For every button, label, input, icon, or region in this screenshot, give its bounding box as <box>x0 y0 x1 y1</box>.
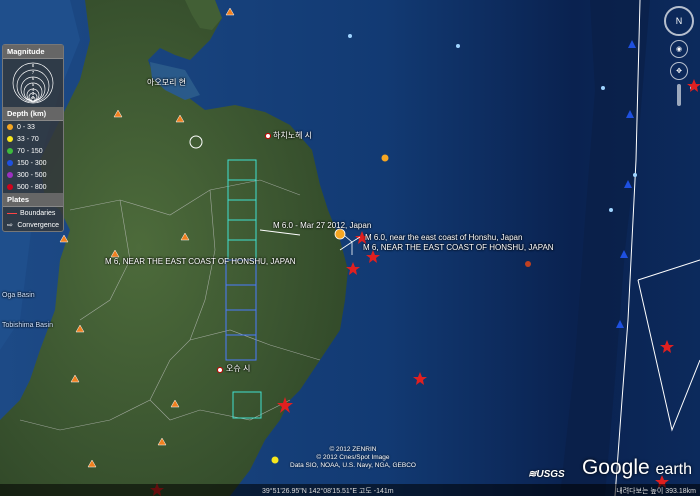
move-control-icon[interactable]: ✥ <box>670 62 688 80</box>
quake-label[interactable]: M 6, NEAR THE EAST COAST OF HONSHU, JAPA… <box>105 257 296 266</box>
depth-row: 300 - 500 <box>3 169 63 181</box>
earth-wordmark: earth <box>655 461 692 478</box>
map-canvas[interactable] <box>0 0 700 496</box>
quake-marker[interactable] <box>271 456 279 464</box>
attribution: © 2012 ZENRIN © 2012 Cnes/Spot Image Dat… <box>290 446 416 470</box>
depth-row: 500 - 800 <box>3 181 63 193</box>
magnitude-scale: 8 7 6 5 4 3 2 <box>3 59 63 107</box>
depth-dot-icon <box>7 148 13 154</box>
depth-label: 300 - 500 <box>17 171 47 179</box>
magnitude-circles-icon: 8 7 6 5 4 3 2 <box>12 62 54 104</box>
mag-scale-label: 7 <box>32 70 35 75</box>
quake-label[interactable]: M 6, NEAR THE EAST COAST OF HONSHU, JAPA… <box>363 243 554 252</box>
depth-label: 33 - 70 <box>17 135 39 143</box>
map-view[interactable]: Magnitude 8 7 6 5 4 3 2 Depth (km) 0 - 3 <box>0 0 700 496</box>
convergence-arrow-icon: ⇨ <box>7 222 13 229</box>
depth-row: 33 - 70 <box>3 133 63 145</box>
status-coordinates: 39°51'26.95"N 142°08'15.51"E 고도 -141m <box>262 488 394 495</box>
status-eye-altitude: 내려다보는 높이 393.18km <box>616 488 696 495</box>
quake-label[interactable]: M 6.0 - Mar 27 2012, Japan <box>273 221 371 230</box>
attribution-line: © 2012 Cnes/Spot Image <box>316 454 390 461</box>
place-label-oga-basin: Oga Basin <box>2 292 35 299</box>
depth-label: 500 - 800 <box>17 183 47 191</box>
compass-ring-icon[interactable]: N <box>664 6 694 36</box>
quake-marker[interactable] <box>381 154 389 162</box>
depth-label: 150 - 300 <box>17 159 47 167</box>
depth-label: 70 - 150 <box>17 147 43 155</box>
depth-dot-icon <box>7 124 13 130</box>
depth-dot-icon <box>7 160 13 166</box>
quake-label[interactable]: M 6.0, near the east coast of Honshu, Ja… <box>365 233 522 242</box>
quake-marker[interactable] <box>334 228 346 240</box>
depth-row: 0 - 33 <box>3 121 63 133</box>
legend-magnitude-title: Magnitude <box>3 45 63 59</box>
depth-row: 150 - 300 <box>3 157 63 169</box>
legend-depth-title: Depth (km) <box>3 107 63 121</box>
google-earth-logo: Google earth <box>582 456 692 480</box>
plates-label: Boundaries <box>20 209 56 217</box>
zoom-slider[interactable] <box>677 84 681 106</box>
depth-dot-icon <box>7 136 13 142</box>
place-label-oshu[interactable]: 오슈 시 <box>226 363 250 374</box>
boundary-line-icon <box>7 212 17 214</box>
status-bar: 39°51'26.95"N 142°08'15.51"E 고도 -141m 내려… <box>0 484 700 496</box>
attribution-line: © 2012 ZENRIN <box>329 446 377 453</box>
quake-marker[interactable] <box>525 261 531 267</box>
usgs-logo: ≋USGS <box>528 469 565 480</box>
place-label-hachinohe[interactable]: 하치노헤 시 <box>273 130 312 141</box>
plates-row: ⇨ Convergence <box>3 219 63 231</box>
navigation-controls[interactable]: N ◉ ✥ <box>664 6 694 106</box>
place-label-aomori[interactable]: 아오모리 현 <box>147 77 186 88</box>
depth-row: 70 - 150 <box>3 145 63 157</box>
plates-row: Boundaries <box>3 207 63 219</box>
google-wordmark: Google <box>581 456 650 479</box>
legend-panel: Magnitude 8 7 6 5 4 3 2 Depth (km) 0 - 3 <box>2 44 64 232</box>
depth-label: 0 - 33 <box>17 123 35 131</box>
place-label-tobishima-basin: Tobishima Basin <box>2 322 53 329</box>
depth-dot-icon <box>7 172 13 178</box>
attribution-line: Data SIO, NOAA, U.S. Navy, NGA, GEBCO <box>290 462 416 469</box>
plates-label: Convergence <box>17 221 59 229</box>
mag-scale-label: 8 <box>32 63 35 68</box>
look-control-icon[interactable]: ◉ <box>670 40 688 58</box>
depth-dot-icon <box>7 184 13 190</box>
legend-plates-title: Plates <box>3 193 63 207</box>
